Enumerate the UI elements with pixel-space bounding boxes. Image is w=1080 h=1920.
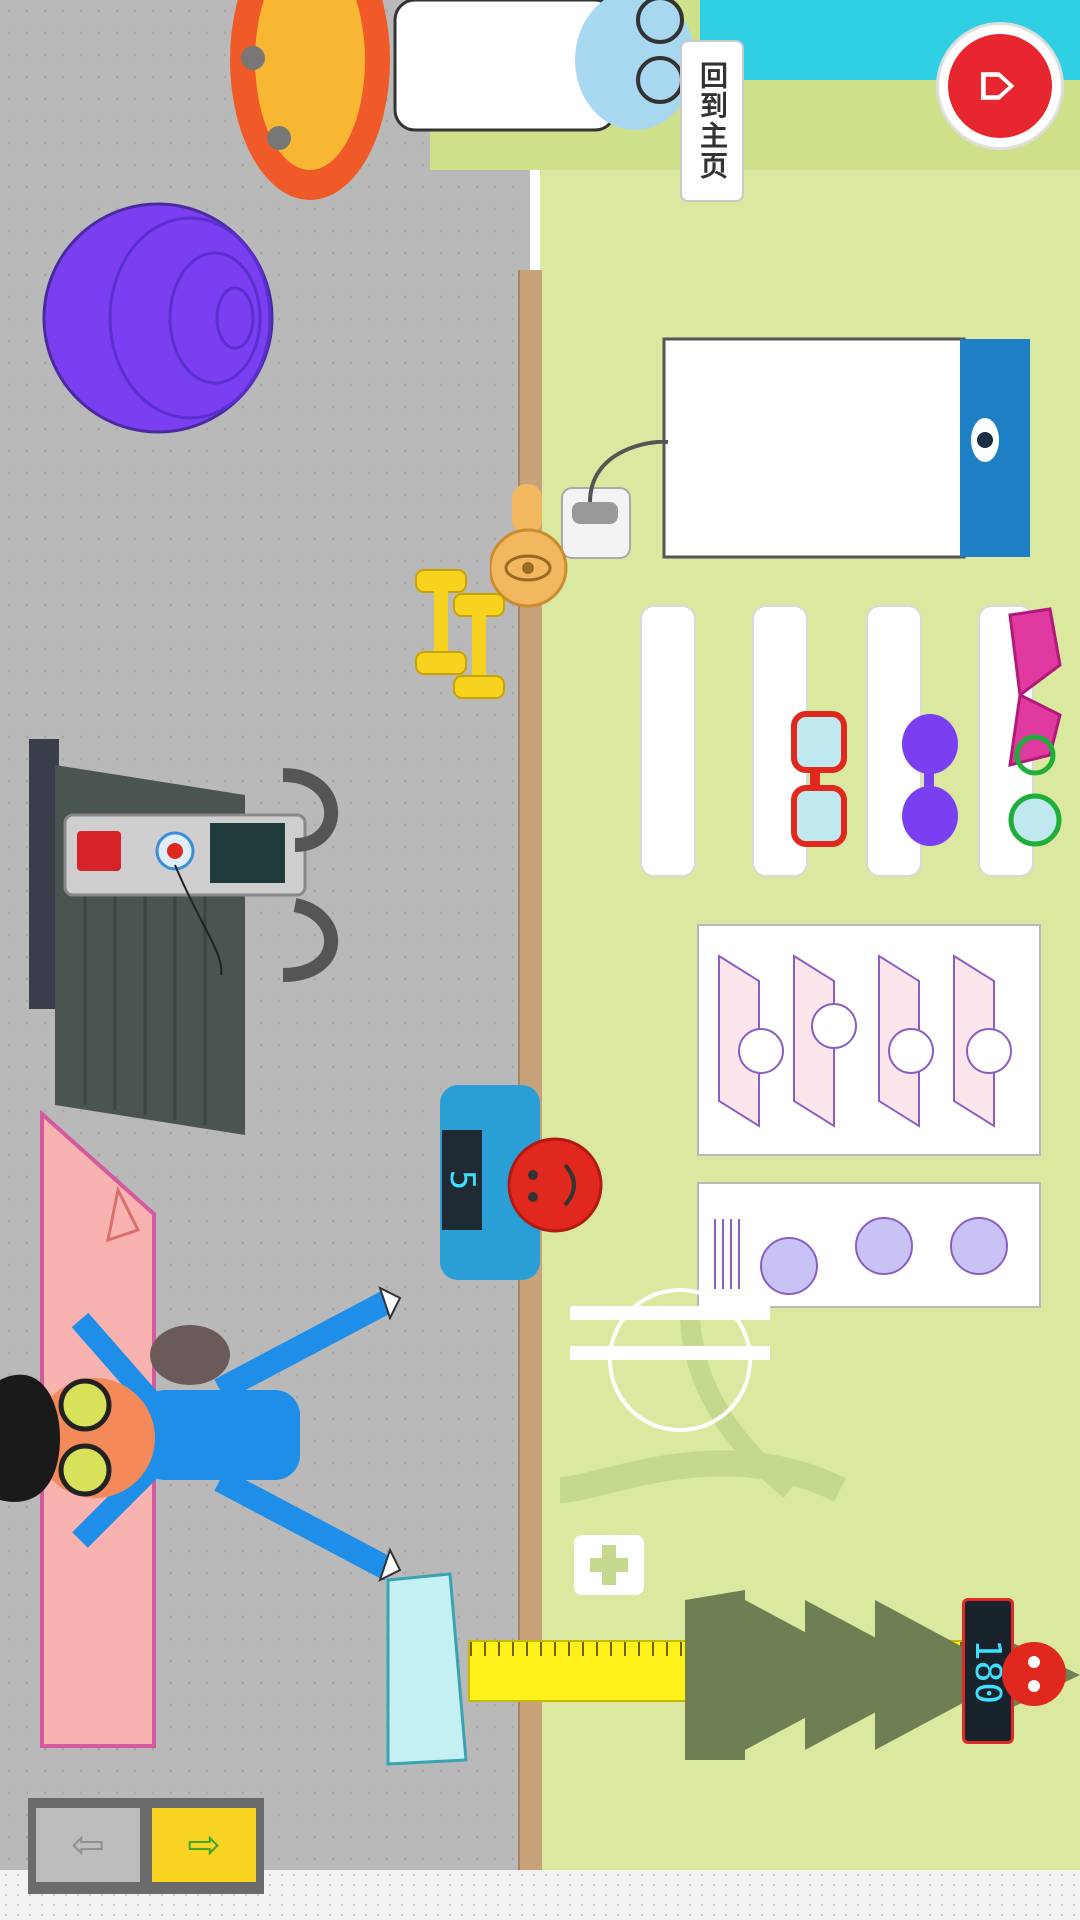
next-button[interactable]: ⇨ (152, 1808, 256, 1882)
display-board[interactable] (660, 335, 1040, 565)
glasses-shelf-1 (640, 605, 696, 877)
home-icon: ⌂ (948, 34, 1052, 138)
party-glasses[interactable] (1000, 605, 1080, 855)
height-base (386, 1572, 468, 1766)
home-button[interactable]: ⌂ (936, 22, 1064, 150)
red-glasses[interactable] (790, 710, 850, 850)
first-aid-kit (574, 1535, 644, 1595)
scale-mascot-icon (507, 1137, 603, 1233)
height-mascot-icon (1002, 1642, 1066, 1706)
scale-display: 5 (442, 1130, 482, 1230)
arrow-right-icon: ⇨ (187, 1822, 221, 1868)
home-label[interactable]: 回到主页 (680, 40, 744, 202)
purple-sunglasses[interactable] (900, 712, 960, 852)
arrow-left-icon: ⇦ (71, 1822, 105, 1868)
exercise-ball[interactable] (40, 200, 280, 440)
previous-button[interactable]: ⇦ (36, 1808, 140, 1882)
treadmill[interactable] (25, 735, 345, 1145)
dumbbells[interactable] (412, 568, 512, 708)
power-socket (561, 440, 669, 559)
boy-character[interactable] (0, 1260, 420, 1620)
stretch-chart (697, 924, 1041, 1156)
